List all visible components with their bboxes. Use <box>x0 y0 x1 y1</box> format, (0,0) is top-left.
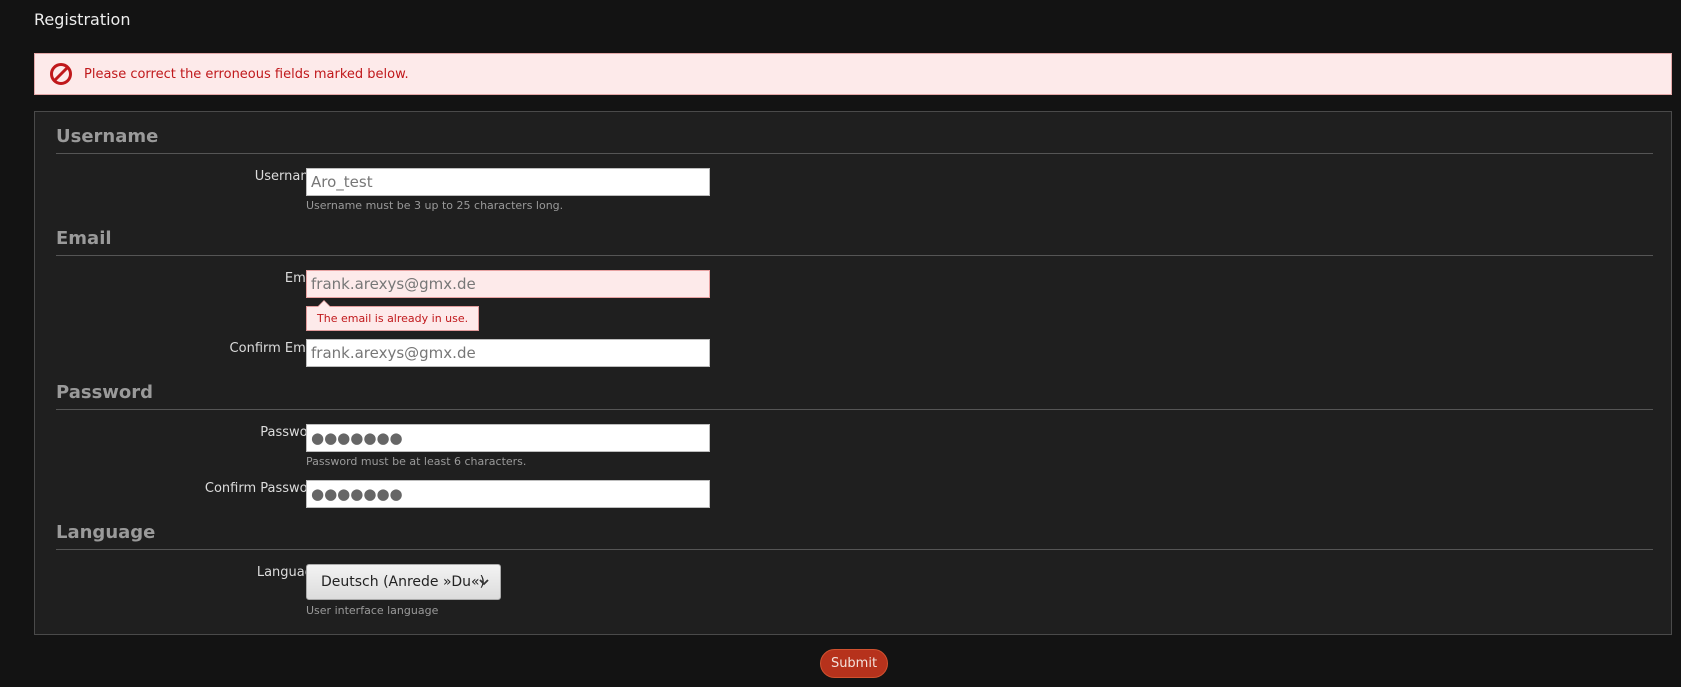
email-input[interactable] <box>306 270 710 298</box>
email-error-tooltip: The email is already in use. <box>306 300 480 331</box>
section-divider <box>56 549 1653 550</box>
page-title: Registration <box>34 10 131 29</box>
password-help: Password must be at least 6 characters. <box>306 455 527 468</box>
section-divider <box>56 153 1653 154</box>
language-selected-value: Deutsch (Anrede »Du«) <box>321 574 485 590</box>
alert-message: Please correct the erroneous fields mark… <box>84 66 409 82</box>
confirm-password-input[interactable] <box>306 480 710 508</box>
confirm-email-input[interactable] <box>306 339 710 367</box>
section-title-email: Email <box>56 228 112 249</box>
chevron-down-icon <box>478 576 490 588</box>
section-title-username: Username <box>56 126 159 147</box>
password-input[interactable] <box>306 424 710 452</box>
language-select[interactable]: Deutsch (Anrede »Du«) <box>306 564 501 600</box>
username-input[interactable] <box>306 168 710 196</box>
username-help: Username must be 3 up to 25 characters l… <box>306 199 564 212</box>
no-entry-icon <box>49 62 73 86</box>
language-help: User interface language <box>306 604 439 617</box>
error-alert: Please correct the erroneous fields mark… <box>34 53 1672 95</box>
section-title-password: Password <box>56 382 154 403</box>
registration-form: Username Username Username must be 3 up … <box>34 111 1672 635</box>
submit-button[interactable]: Submit <box>820 649 888 678</box>
section-divider <box>56 409 1653 410</box>
confirm-password-label: Confirm Password <box>204 481 321 496</box>
tooltip-arrow-inner <box>318 301 330 307</box>
section-divider <box>56 255 1653 256</box>
email-error-message: The email is already in use. <box>317 312 469 325</box>
section-title-language: Language <box>56 522 156 543</box>
